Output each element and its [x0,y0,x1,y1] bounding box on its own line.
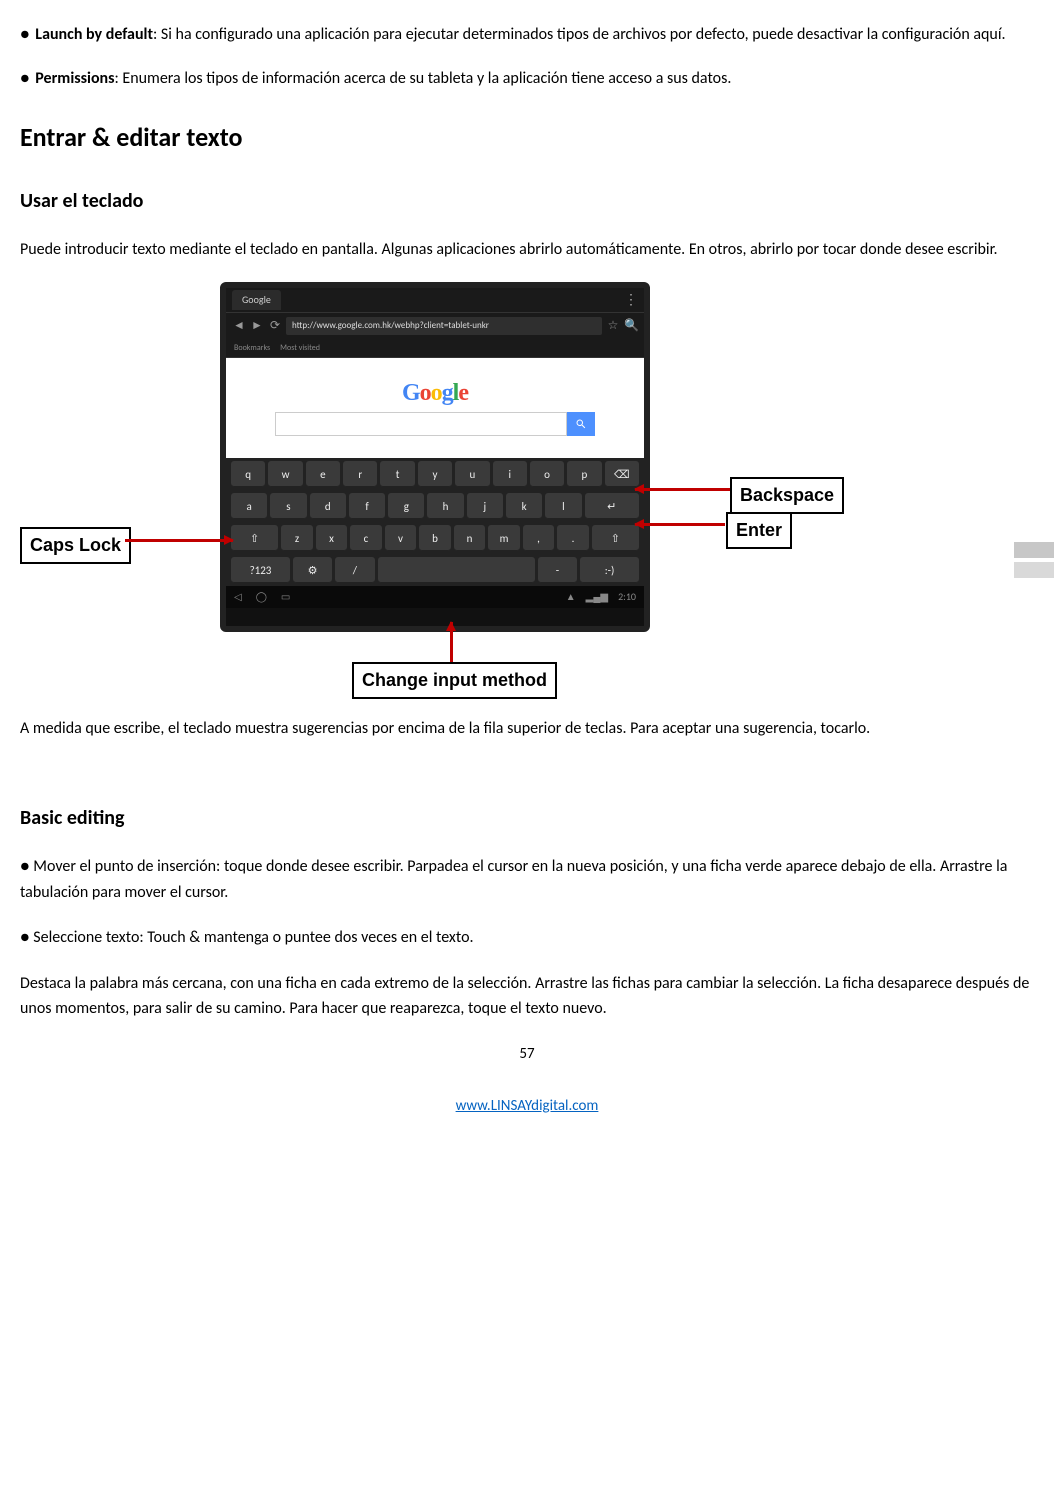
paragraph-move-cursor: ● Mover el punto de inserción: toque don… [20,854,1034,905]
google-search-box [275,412,567,436]
key-t: t [380,461,414,487]
footer-link[interactable]: www.LINSAYdigital.com [456,1097,599,1115]
star-icon: ☆ [606,317,620,336]
forward-icon: ► [250,317,264,336]
kb-row-2: a s d f g h j k l ↵ [226,490,644,522]
key-y: y [418,461,452,487]
key-q: q [231,461,265,487]
footer: www.LINSAYdigital.com [20,1094,1034,1118]
google-search-button [567,412,595,436]
key-shift: ⇧ [231,525,278,551]
arrow-change [450,622,453,662]
system-navbar: ◁ ◯ ▭ ▲ ▂▄▆ 2:10 [226,586,644,608]
reload-icon: ⟳ [268,317,282,336]
permissions-label: Permissions [35,69,114,88]
key-dash: - [538,557,577,583]
key-s: s [270,493,306,519]
url-bar: http://www.google.com.hk/webhp?client=ta… [286,317,602,335]
tablet-screenshot: Google ⋮ ◄ ► ⟳ http://www.google.com.hk/… [220,282,650,632]
key-l: l [545,493,581,519]
paragraph-intro-keyboard: Puede introducir texto mediante el tecla… [20,237,1034,263]
launch-label: Launch by default [35,25,153,44]
key-shift-right: ⇧ [592,525,639,551]
key-o: o [530,461,564,487]
overflow-icon: ⋮ [624,289,638,311]
kb-row-3: ⇧ z x c v b n m , . ⇧ [226,522,644,554]
key-123: ?123 [231,557,290,583]
callout-enter: Enter [726,512,792,549]
launch-text: : Si ha configurado una aplicación para … [153,25,1006,44]
key-i: i [493,461,527,487]
key-x: x [316,525,348,551]
key-space [378,557,535,583]
browser-tab-row: Google ⋮ [226,288,644,313]
permissions-text: : Enumera los tipos de información acerc… [115,69,732,88]
key-a: a [231,493,267,519]
browser-tab: Google [232,290,281,310]
key-enter: ↵ [585,493,639,519]
paragraph-highlight: Destaca la palabra más cercana, con una … [20,971,1034,1022]
arrow-backspace [635,488,730,491]
key-z: z [281,525,313,551]
page-number: 57 [20,1042,1034,1066]
url-row: ◄ ► ⟳ http://www.google.com.hk/webhp?cli… [226,313,644,339]
callout-caps-lock: Caps Lock [20,527,131,564]
key-settings-icon: ⚙ [293,557,332,583]
side-placeholder [1014,542,1054,578]
key-m: m [488,525,520,551]
key-c: c [350,525,382,551]
kb-row-1: q w e r t y u i o p ⌫ [226,458,644,490]
bookmark-row: Bookmarks Most visited [226,339,644,358]
onscreen-keyboard: q w e r t y u i o p ⌫ a s d f g h j k [226,458,644,586]
bullet-permissions: ● Permissions: Enumera los tipos de info… [20,66,1034,92]
fav-1: Bookmarks [234,342,270,355]
nav-home-icon: ◯ [256,589,267,605]
bullet-launch: ● Launch by default: Si ha configurado u… [20,22,1034,48]
nav-notify-icon: ▲ [566,589,576,605]
key-v: v [385,525,417,551]
nav-recent-icon: ▭ [281,589,290,605]
key-comma: , [523,525,555,551]
status-time: 2:10 [618,589,636,605]
heading-use-keyboard: Usar el teclado [20,185,1034,217]
callout-backspace: Backspace [730,477,844,514]
key-r: r [343,461,377,487]
key-e: e [306,461,340,487]
paragraph-select-text: ● Seleccione texto: Touch & mantenga o p… [20,925,1034,951]
fav-2: Most visited [280,342,320,355]
key-smiley: :-) [580,557,639,583]
key-period: . [557,525,589,551]
key-slash: / [335,557,374,583]
key-g: g [388,493,424,519]
google-logo: Google [402,374,468,412]
key-f: f [349,493,385,519]
key-p: p [567,461,601,487]
wifi-icon: ▂▄▆ [586,589,608,605]
arrow-enter [635,523,725,526]
key-k: k [506,493,542,519]
key-b: b [419,525,451,551]
key-w: w [268,461,302,487]
key-n: n [454,525,486,551]
key-h: h [427,493,463,519]
search-icon: 🔍 [624,317,638,336]
heading-basic-editing: Basic editing [20,802,1034,834]
key-d: d [310,493,346,519]
paragraph-suggestions: A medida que escribe, el teclado muestra… [20,716,1034,742]
google-search [275,412,595,436]
back-icon: ◄ [232,317,246,336]
keyboard-figure: Google ⋮ ◄ ► ⟳ http://www.google.com.hk/… [20,282,1034,702]
webpage-area: Google [226,358,644,458]
callout-change-input: Change input method [352,662,557,699]
key-j: j [467,493,503,519]
kb-row-4: ?123 ⚙ / - :-) [226,554,644,586]
heading-enter-edit: Entrar & editar texto [20,117,1034,159]
nav-back-icon: ◁ [234,589,242,605]
key-u: u [455,461,489,487]
arrow-caps [125,539,233,542]
